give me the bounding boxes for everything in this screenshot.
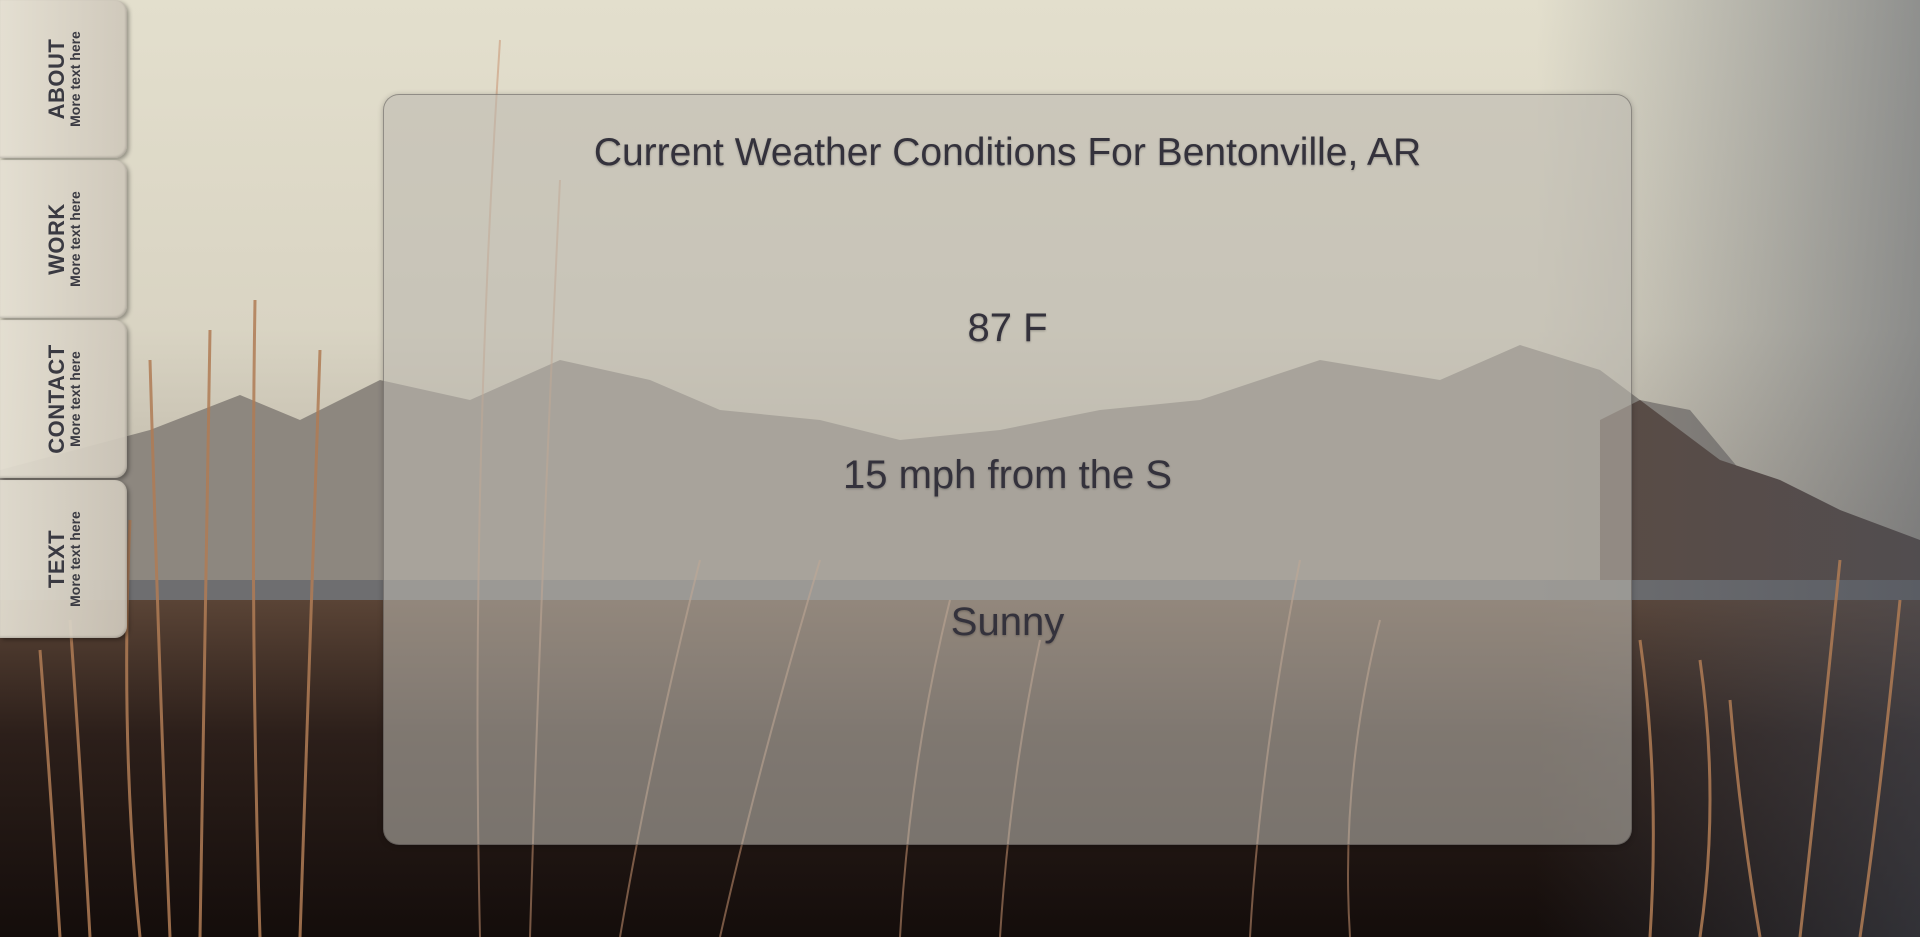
nav-tab-work-subtitle: More text here xyxy=(67,191,84,287)
nav-tab-contact-title: CONTACT xyxy=(44,344,70,454)
nav-tab-text[interactable]: TEXT More text here xyxy=(0,480,127,638)
condition-value: Sunny xyxy=(950,600,1065,644)
nav-tab-work-text: WORK More text here xyxy=(44,191,84,287)
weather-card: Current Weather Conditions For Bentonvil… xyxy=(383,94,1632,845)
nav-tab-contact[interactable]: CONTACT More text here xyxy=(0,320,127,478)
nav-tab-text-text: TEXT More text here xyxy=(44,511,84,607)
nav-tab-about[interactable]: ABOUT More text here xyxy=(0,0,127,158)
side-nav: ABOUT More text here WORK More text here… xyxy=(0,0,128,640)
wind-value: 15 mph from the S xyxy=(842,453,1173,497)
weather-title: Current Weather Conditions For Bentonvil… xyxy=(593,131,1422,174)
nav-tab-text-subtitle: More text here xyxy=(67,511,84,607)
nav-tab-work[interactable]: WORK More text here xyxy=(0,160,127,318)
nav-tab-contact-subtitle: More text here xyxy=(67,351,84,447)
nav-tab-contact-text: CONTACT More text here xyxy=(44,344,84,454)
temperature-value: 87 F xyxy=(967,306,1048,350)
nav-tab-work-title: WORK xyxy=(44,203,70,275)
nav-tab-text-title: TEXT xyxy=(44,529,70,589)
nav-tab-about-subtitle: More text here xyxy=(67,31,84,127)
nav-tab-about-title: ABOUT xyxy=(44,38,70,120)
nav-tab-about-text: ABOUT More text here xyxy=(44,31,84,127)
page: ABOUT More text here WORK More text here… xyxy=(0,0,1920,937)
